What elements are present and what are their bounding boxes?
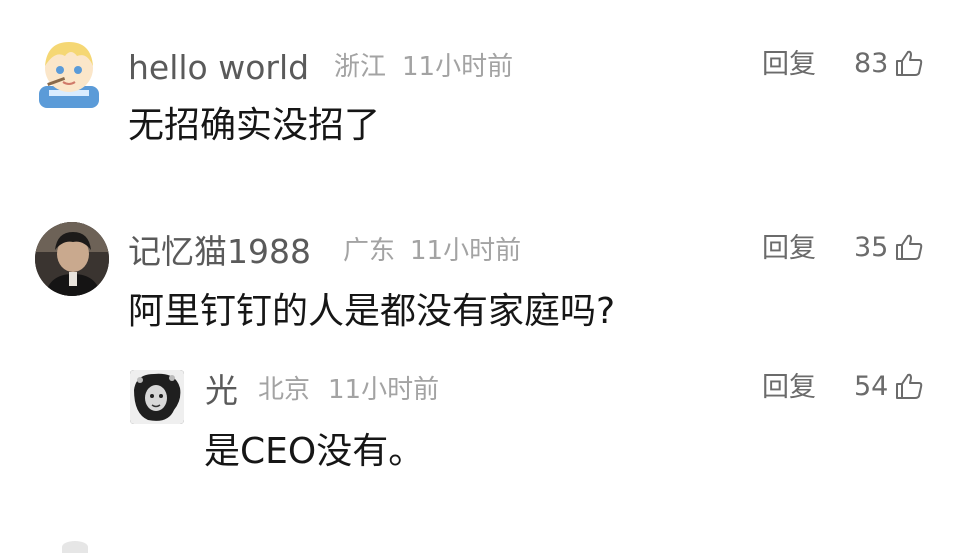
timestamp: 11小时前 bbox=[402, 52, 514, 82]
cartoon-boy-avatar-icon bbox=[39, 42, 99, 108]
username[interactable]: hello world bbox=[128, 51, 309, 84]
bw-portrait-avatar-icon bbox=[130, 370, 184, 424]
location: 广东 bbox=[343, 236, 396, 266]
avatar[interactable] bbox=[130, 370, 184, 424]
avatar[interactable] bbox=[35, 222, 109, 296]
reply-button[interactable]: 回复 bbox=[762, 51, 816, 78]
next-avatar-partial bbox=[62, 541, 88, 553]
thumbs-up-icon bbox=[896, 234, 923, 260]
comment-text: 阿里钉钉的人是都没有家庭吗? bbox=[128, 291, 616, 332]
like-count: 83 bbox=[854, 47, 889, 79]
comment-text: 无招确实没招了 bbox=[128, 105, 381, 146]
location: 北京 bbox=[258, 375, 311, 405]
timestamp: 11小时前 bbox=[410, 236, 522, 266]
reply-button[interactable]: 回复 bbox=[762, 235, 816, 262]
username[interactable]: 记忆猫1988 bbox=[128, 235, 311, 268]
timestamp: 11小时前 bbox=[328, 375, 440, 405]
like-button[interactable]: 35 bbox=[854, 232, 924, 262]
reply-button[interactable]: 回复 bbox=[762, 374, 816, 401]
username[interactable]: 光 bbox=[205, 374, 238, 407]
like-button[interactable]: 54 bbox=[854, 371, 924, 401]
avatar[interactable] bbox=[37, 36, 101, 108]
like-count: 35 bbox=[854, 231, 889, 263]
comment-text: 是CEO没有。 bbox=[204, 431, 425, 472]
location: 浙江 bbox=[334, 52, 387, 82]
like-count: 54 bbox=[854, 370, 889, 402]
thumbs-up-icon bbox=[896, 50, 923, 76]
like-button[interactable]: 83 bbox=[854, 48, 924, 78]
thumbs-up-icon bbox=[896, 373, 923, 399]
photo-avatar-icon bbox=[35, 222, 109, 296]
